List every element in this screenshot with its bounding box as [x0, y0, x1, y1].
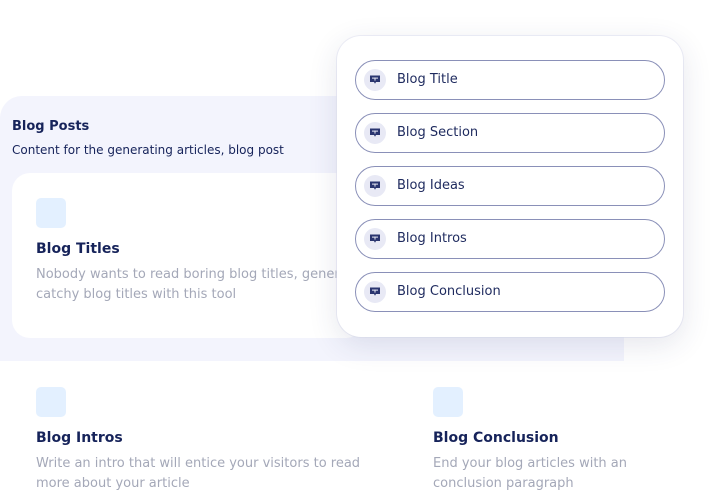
blog-tools-screen: Blog Posts Content for the generating ar…	[0, 0, 719, 500]
card-description: Nobody wants to read boring blog titles,…	[36, 267, 361, 302]
chat-bubble-icon	[364, 228, 386, 250]
tool-card-blog-conclusion[interactable]: Blog Conclusion End your blog articles w…	[409, 362, 719, 500]
menu-item-blog-ideas[interactable]: Blog Ideas	[355, 166, 665, 206]
menu-item-blog-section[interactable]: Blog Section	[355, 113, 665, 153]
tool-dropdown-menu: Blog Title Blog Section Blog Ideas Blog …	[337, 36, 683, 337]
menu-item-label: Blog Ideas	[397, 178, 465, 193]
menu-item-label: Blog Section	[397, 125, 479, 140]
card-title: Blog Conclusion	[433, 430, 559, 446]
card-title: Blog Titles	[36, 241, 120, 257]
chat-bubble-icon	[364, 69, 386, 91]
menu-item-label: Blog Conclusion	[397, 284, 501, 299]
menu-item-blog-conclusion[interactable]: Blog Conclusion	[355, 272, 665, 312]
card-title: Blog Intros	[36, 430, 123, 446]
section-title: Blog Posts	[12, 119, 90, 134]
chat-bubble-icon	[364, 281, 386, 303]
tool-card-blog-intros[interactable]: Blog Intros Write an intro that will ent…	[12, 362, 385, 500]
section-subtitle: Content for the generating articles, blo…	[12, 143, 284, 157]
tool-icon	[36, 198, 66, 228]
menu-item-label: Blog Title	[397, 72, 458, 87]
tool-card-blog-titles[interactable]: Blog Titles Nobody wants to read boring …	[12, 173, 364, 338]
tool-icon	[36, 387, 66, 417]
menu-item-blog-intros[interactable]: Blog Intros	[355, 219, 665, 259]
card-description: Write an intro that will entice your vis…	[36, 456, 361, 491]
menu-item-label: Blog Intros	[397, 231, 467, 246]
tool-icon	[433, 387, 463, 417]
card-description: End your blog articles with an conclusio…	[433, 456, 628, 491]
menu-item-blog-title[interactable]: Blog Title	[355, 60, 665, 100]
chat-bubble-icon	[364, 122, 386, 144]
chat-bubble-icon	[364, 175, 386, 197]
